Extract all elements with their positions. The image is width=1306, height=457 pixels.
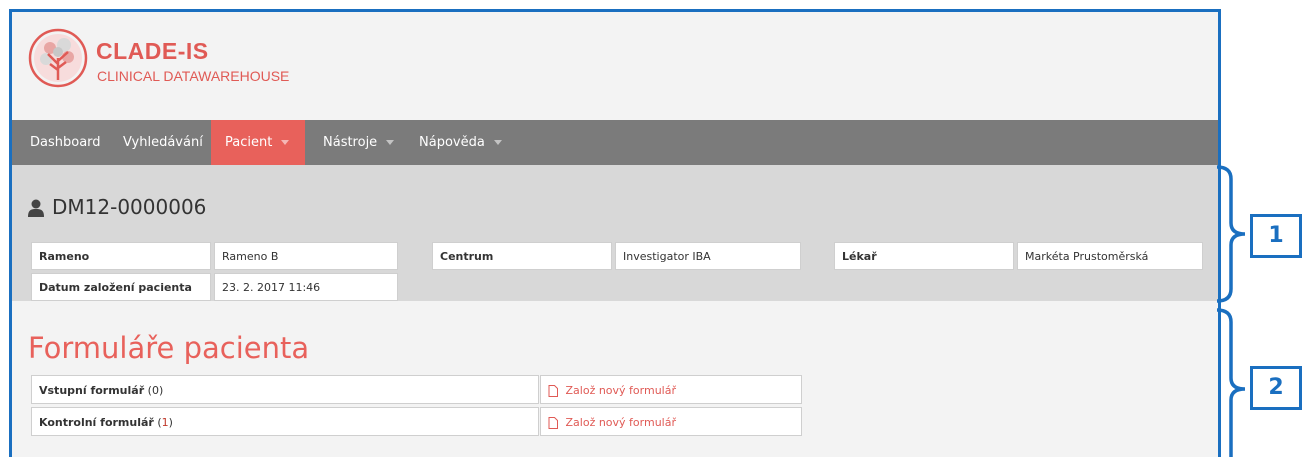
- callout-badge-2: 2: [1250, 366, 1302, 410]
- nav-item-nastroje[interactable]: Nástroje: [309, 120, 408, 165]
- nav-item-dashboard[interactable]: Dashboard: [16, 120, 115, 165]
- callout-bracket-1: [1216, 165, 1246, 303]
- form-count: 0: [151, 384, 159, 397]
- patient-forms-section: Formuláře pacienta Vstupní formulář (0) …: [12, 301, 1218, 457]
- new-form-button-vstupni[interactable]: Založ nový formulář: [540, 375, 802, 404]
- form-row-kontrolni: Kontrolní formulář (1): [31, 407, 539, 436]
- forms-title: Formuláře pacienta: [28, 331, 310, 365]
- new-form-button-kontrolni[interactable]: Založ nový formulář: [540, 407, 802, 436]
- field-label-lekar: Lékař: [834, 242, 1014, 270]
- nav-item-napoveda[interactable]: Nápověda: [405, 120, 516, 165]
- field-label-centrum: Centrum: [432, 242, 612, 270]
- field-value-datum-zalozeni: 23. 2. 2017 11:46: [214, 273, 398, 301]
- header: CLADE-IS CLINICAL DATAWAREHOUSE: [12, 12, 1218, 120]
- brand-title: CLADE-IS: [96, 38, 209, 64]
- chevron-down-icon: [281, 140, 290, 145]
- form-row-vstupni: Vstupní formulář (0): [31, 375, 539, 404]
- main-nav: Dashboard Vyhledávání Pacient Nástroje N…: [12, 120, 1218, 165]
- document-icon: [548, 385, 558, 397]
- callout-badge-1: 1: [1250, 214, 1302, 258]
- callout-bracket-2: [1216, 308, 1246, 457]
- nav-item-pacient[interactable]: Pacient: [211, 120, 305, 165]
- nav-item-vyhledavani[interactable]: Vyhledávání: [109, 120, 217, 165]
- tree-logo-icon[interactable]: [28, 28, 88, 88]
- brand-subtitle: CLINICAL DATAWAREHOUSE: [97, 68, 290, 84]
- user-icon: [28, 199, 44, 217]
- form-count[interactable]: 1: [162, 416, 169, 429]
- app-window: CLADE-IS CLINICAL DATAWAREHOUSE Dashboar…: [9, 9, 1221, 457]
- field-value-centrum: Investigator IBA: [615, 242, 801, 270]
- chevron-down-icon: [493, 140, 502, 145]
- field-value-rameno: Rameno B: [214, 242, 398, 270]
- patient-id: DM12-0000006: [52, 195, 207, 219]
- document-icon: [548, 417, 558, 429]
- chevron-down-icon: [386, 140, 395, 145]
- field-label-datum-zalozeni: Datum založení pacienta: [31, 273, 211, 301]
- field-label-rameno: Rameno: [31, 242, 211, 270]
- field-value-lekar: Markéta Prustoměrská: [1017, 242, 1203, 270]
- patient-panel: DM12-0000006 Rameno Rameno B Centrum Inv…: [12, 165, 1218, 301]
